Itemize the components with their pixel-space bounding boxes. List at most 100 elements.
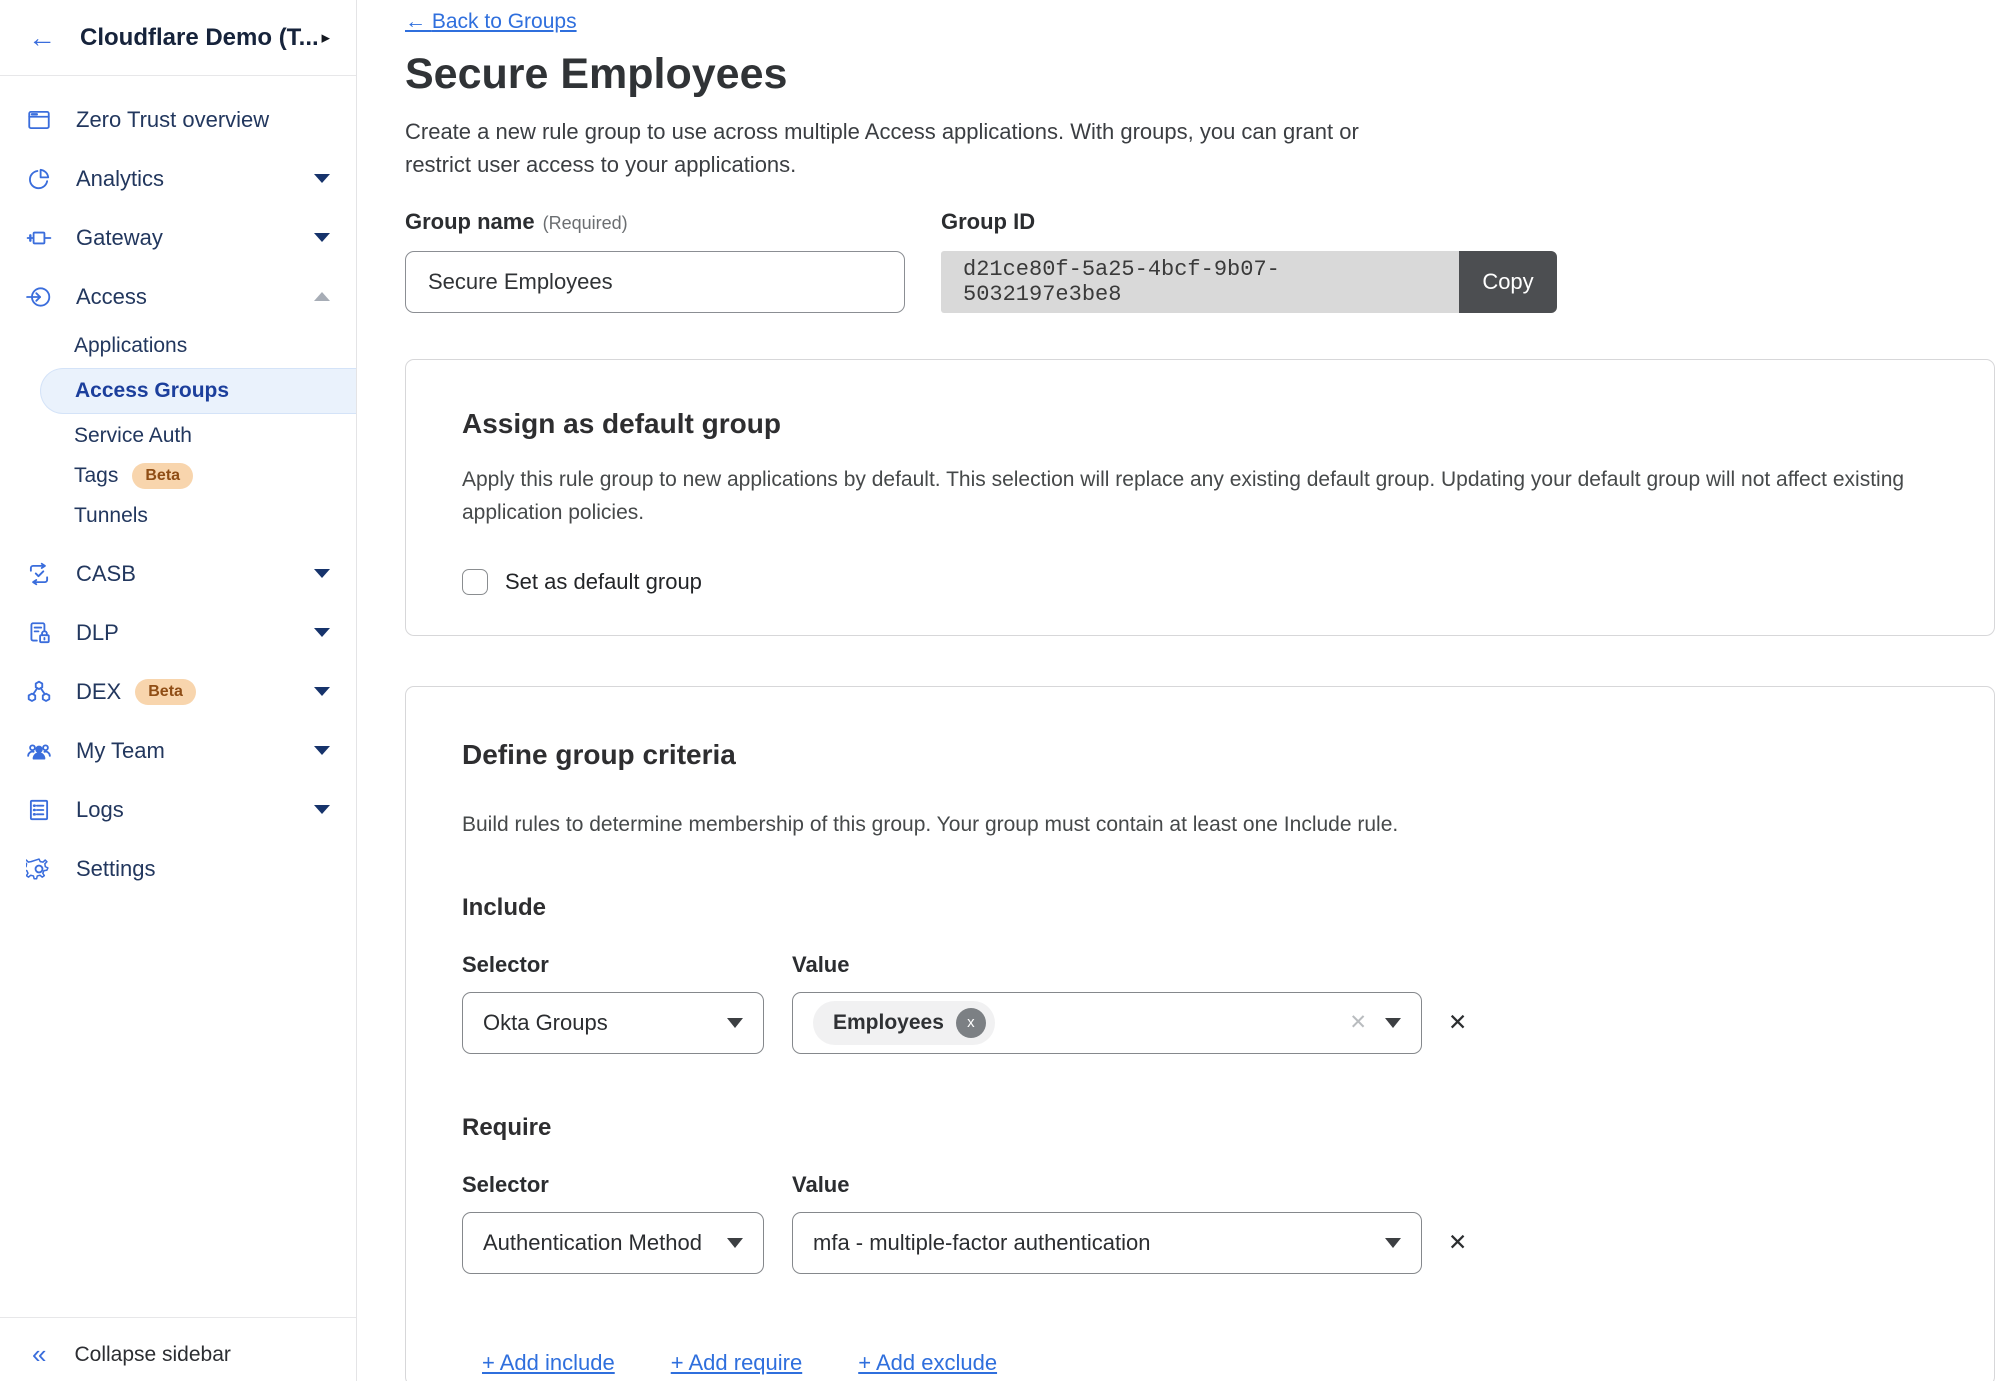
default-group-checkbox[interactable] bbox=[462, 569, 488, 595]
add-rule-links: + Add include + Add require + Add exclud… bbox=[482, 1350, 1938, 1376]
sidebar-item-casb[interactable]: CASB bbox=[0, 544, 356, 603]
sidebar-item-label: Gateway bbox=[76, 225, 163, 251]
chevron-down-icon bbox=[1385, 1238, 1401, 1248]
require-heading: Require bbox=[462, 1114, 1938, 1142]
account-expand-icon[interactable]: ▸ bbox=[321, 28, 330, 48]
criteria-card-title: Define group criteria bbox=[462, 739, 1938, 771]
chip-remove-icon[interactable]: x bbox=[956, 1008, 986, 1038]
back-arrow-icon[interactable]: ← bbox=[28, 24, 56, 52]
group-name-input[interactable] bbox=[405, 251, 905, 313]
include-heading: Include bbox=[462, 894, 1938, 922]
sidebar-item-label: Zero Trust overview bbox=[76, 107, 269, 133]
sidebar-item-label: Logs bbox=[76, 797, 124, 823]
selector-label: Selector bbox=[462, 1172, 792, 1198]
group-name-label: Group name(Required) bbox=[405, 209, 628, 234]
sidebar-item-label: CASB bbox=[76, 561, 136, 587]
include-selector-value: Okta Groups bbox=[483, 1010, 608, 1036]
account-header: ← Cloudflare Demo (T... ▸ bbox=[0, 0, 356, 76]
sidebar-item-applications[interactable]: Applications bbox=[0, 326, 356, 366]
gateway-icon bbox=[26, 224, 54, 252]
include-value-multiselect[interactable]: Employees x ✕ bbox=[792, 992, 1422, 1054]
criteria-card-description: Build rules to determine membership of t… bbox=[462, 809, 1912, 842]
require-value-dropdown[interactable]: mfa - multiple-factor authentication bbox=[792, 1212, 1422, 1274]
sidebar-item-tunnels[interactable]: Tunnels bbox=[0, 496, 356, 536]
criteria-card: Define group criteria Build rules to det… bbox=[405, 686, 1995, 1381]
casb-icon bbox=[26, 560, 54, 588]
sidebar-item-label: DEX bbox=[76, 679, 121, 705]
default-group-checkbox-label: Set as default group bbox=[505, 569, 702, 595]
include-labels: Selector Value bbox=[462, 952, 1938, 978]
sidebar-item-logs[interactable]: Logs bbox=[0, 780, 356, 839]
collapse-sidebar-button[interactable]: « Collapse sidebar bbox=[0, 1317, 356, 1381]
sidebar-item-label: Settings bbox=[76, 856, 156, 882]
collapse-sidebar-label: Collapse sidebar bbox=[74, 1343, 230, 1367]
sidebar-item-settings[interactable]: Settings bbox=[0, 839, 356, 898]
add-exclude-link[interactable]: + Add exclude bbox=[858, 1350, 997, 1376]
chevron-down-icon[interactable] bbox=[314, 233, 330, 242]
back-arrow-icon: ← bbox=[405, 10, 426, 33]
chevron-down-icon[interactable] bbox=[314, 174, 330, 183]
chevron-down-icon[interactable] bbox=[314, 687, 330, 696]
sidebar-item-label: Access Groups bbox=[75, 379, 229, 403]
sidebar-item-label: Access bbox=[76, 284, 147, 310]
sidebar-item-label: Applications bbox=[74, 334, 187, 358]
require-rule-row: Authentication Method mfa - multiple-fac… bbox=[462, 1212, 1938, 1274]
remove-require-rule-button[interactable]: ✕ bbox=[1448, 1229, 1467, 1256]
team-icon bbox=[26, 737, 54, 765]
sidebar-item-label: Tunnels bbox=[74, 504, 148, 528]
chevron-down-icon bbox=[727, 1018, 743, 1028]
remove-include-rule-button[interactable]: ✕ bbox=[1448, 1009, 1467, 1036]
collapse-chevrons-icon: « bbox=[32, 1339, 46, 1370]
sidebar-item-label: Tags bbox=[74, 464, 118, 488]
beta-badge: Beta bbox=[135, 679, 196, 705]
page-description: Create a new rule group to use across mu… bbox=[405, 115, 1385, 181]
chevron-down-icon[interactable] bbox=[314, 569, 330, 578]
sidebar-item-dlp[interactable]: DLP bbox=[0, 603, 356, 662]
access-icon bbox=[26, 283, 54, 311]
chevron-down-icon[interactable] bbox=[314, 746, 330, 755]
sidebar-item-label: Service Auth bbox=[74, 424, 192, 448]
group-name-field: Group name(Required) bbox=[405, 209, 905, 313]
account-title[interactable]: Cloudflare Demo (T... bbox=[80, 24, 319, 52]
back-link-label: Back to Groups bbox=[432, 10, 577, 33]
sidebar-item-service-auth[interactable]: Service Auth bbox=[0, 416, 356, 456]
chevron-down-icon bbox=[1385, 1018, 1401, 1028]
copy-button[interactable]: Copy bbox=[1459, 251, 1557, 313]
sidebar-item-label: My Team bbox=[76, 738, 165, 764]
require-selector-dropdown[interactable]: Authentication Method bbox=[462, 1212, 764, 1274]
sidebar-item-zero-trust-overview[interactable]: Zero Trust overview bbox=[0, 90, 356, 149]
chevron-down-icon[interactable] bbox=[314, 628, 330, 637]
add-require-link[interactable]: + Add require bbox=[671, 1350, 802, 1376]
group-id-value: d21ce80f-5a25-4bcf-9b07-5032197e3be8 bbox=[941, 251, 1459, 313]
dlp-icon bbox=[26, 619, 54, 647]
value-chip: Employees x bbox=[813, 1001, 995, 1045]
default-group-card-description: Apply this rule group to new application… bbox=[462, 464, 1912, 529]
add-include-link[interactable]: + Add include bbox=[482, 1350, 615, 1376]
selector-label: Selector bbox=[462, 952, 792, 978]
chevron-up-icon[interactable] bbox=[314, 292, 330, 301]
chevron-down-icon bbox=[727, 1238, 743, 1248]
sidebar-item-gateway[interactable]: Gateway bbox=[0, 208, 356, 267]
access-subnav: Applications Access Groups Service Auth … bbox=[0, 326, 356, 536]
sidebar-item-label: DLP bbox=[76, 620, 119, 646]
dex-icon bbox=[26, 678, 54, 706]
sidebar-item-access[interactable]: Access bbox=[0, 267, 356, 326]
require-value: mfa - multiple-factor authentication bbox=[813, 1230, 1151, 1256]
clear-value-icon[interactable]: ✕ bbox=[1349, 1010, 1367, 1035]
sidebar-item-analytics[interactable]: Analytics bbox=[0, 149, 356, 208]
sidebar-item-my-team[interactable]: My Team bbox=[0, 721, 356, 780]
sidebar-item-label: Analytics bbox=[76, 166, 164, 192]
include-selector-dropdown[interactable]: Okta Groups bbox=[462, 992, 764, 1054]
sidebar-item-access-groups[interactable]: Access Groups bbox=[40, 368, 356, 414]
group-id-label: Group ID bbox=[941, 209, 1035, 234]
chevron-down-icon[interactable] bbox=[314, 805, 330, 814]
value-label: Value bbox=[792, 952, 849, 978]
group-name-id-row: Group name(Required) Group ID d21ce80f-5… bbox=[405, 209, 1999, 313]
sidebar-item-dex[interactable]: DEX Beta bbox=[0, 662, 356, 721]
sidebar-item-tags[interactable]: Tags Beta bbox=[0, 456, 356, 496]
include-rule-row: Okta Groups Employees x ✕ ✕ bbox=[462, 992, 1938, 1054]
sidebar: ← Cloudflare Demo (T... ▸ Zero Trust ove… bbox=[0, 0, 357, 1381]
default-group-checkbox-row: Set as default group bbox=[462, 569, 1938, 595]
chip-label: Employees bbox=[833, 1011, 944, 1035]
back-to-groups-link[interactable]: ← Back to Groups bbox=[405, 10, 577, 34]
